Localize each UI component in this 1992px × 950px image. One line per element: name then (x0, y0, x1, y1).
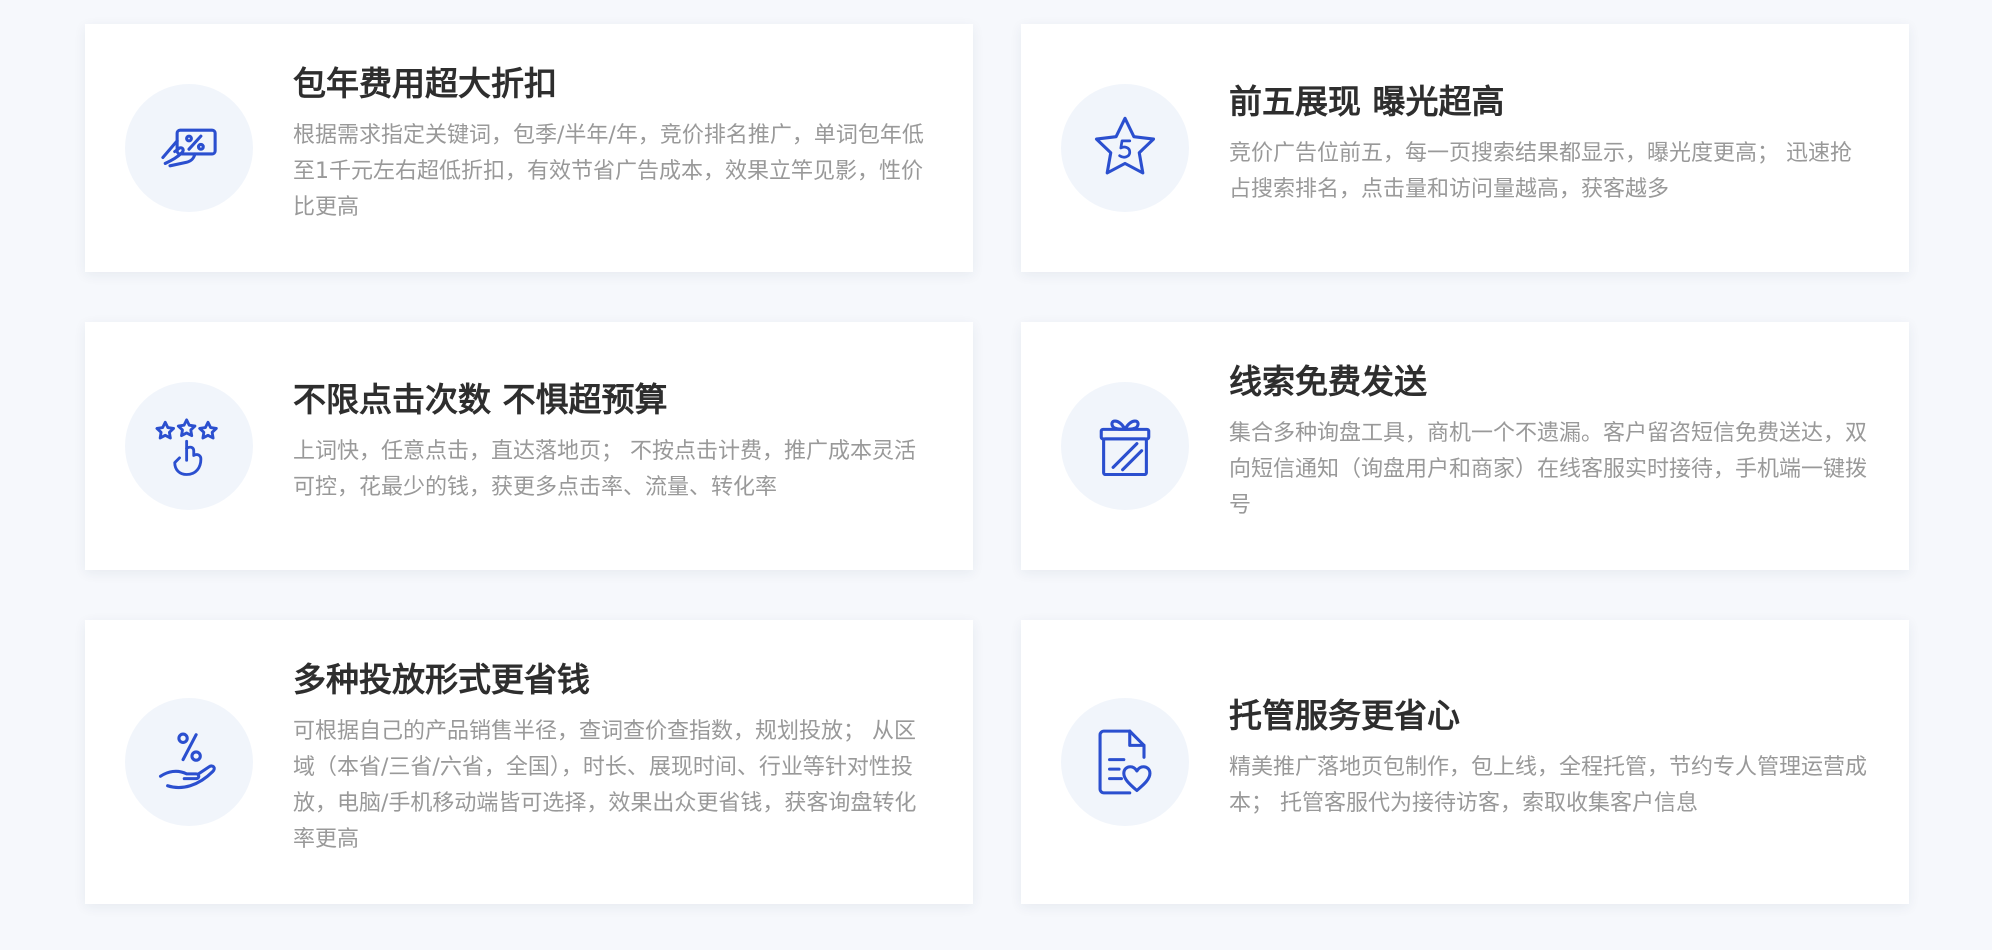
document-heart-icon (1098, 729, 1152, 795)
feature-description: 竞价广告位前五，每一页搜索结果都显示，曝光度更高； 迅速抢占搜索排名，点击量和访… (1229, 141, 1852, 202)
feature-content: 线索免费发送 集合多种询盘工具，商机一个不遗漏。客户留咨短信免费送达，双向短信通… (1229, 360, 1871, 524)
star-five-icon (1094, 116, 1156, 175)
feature-card-delivery-forms: 多种投放形式更省钱 可根据自己的产品销售半径，查词查价查指数，规划投放； 从区域… (85, 620, 973, 904)
feature-content: 前五展现 曝光超高 竞价广告位前五，每一页搜索结果都显示，曝光度更高； 迅速抢占… (1229, 80, 1871, 208)
discount-card-icon (161, 128, 217, 168)
feature-title: 托管服务更省心 (1229, 696, 1460, 735)
feature-card-free-leads: 线索免费发送 集合多种询盘工具，商机一个不遗漏。客户留咨短信免费送达，双向短信通… (1021, 322, 1909, 570)
feature-title: 包年费用超大折扣 (293, 64, 557, 103)
feature-content: 托管服务更省心 精美推广落地页包制作，包上线，全程托管，节约专人管理运营成本； … (1229, 694, 1871, 822)
feature-icon-wrapper (125, 698, 253, 826)
feature-card-annual-discount: 包年费用超大折扣 根据需求指定关键词，包季/半年/年，竞价排名推广，单词包年低至… (85, 24, 973, 272)
feature-card-unlimited-clicks: 不限点击次数 不惧超预算 上词快，任意点击，直达落地页； 不按点击计费，推广成本… (85, 322, 973, 570)
feature-description: 集合多种询盘工具，商机一个不遗漏。客户留咨短信免费送达，双向短信通知（询盘用户和… (1229, 421, 1868, 518)
feature-card-managed-service: 托管服务更省心 精美推广落地页包制作，包上线，全程托管，节约专人管理运营成本； … (1021, 620, 1909, 904)
stars-click-icon (155, 418, 218, 476)
feature-title: 不限点击次数 不惧超预算 (293, 380, 668, 419)
feature-title: 多种投放形式更省钱 (293, 660, 590, 699)
feature-title: 线索免费发送 (1229, 362, 1427, 401)
gift-icon (1099, 419, 1151, 477)
feature-icon-wrapper (1061, 698, 1189, 826)
feature-icon-wrapper (1061, 382, 1189, 510)
feature-content: 多种投放形式更省钱 可根据自己的产品销售半径，查词查价查指数，规划投放； 从区域… (293, 658, 935, 858)
feature-icon-wrapper (1061, 84, 1189, 212)
feature-description: 精美推广落地页包制作，包上线，全程托管，节约专人管理运营成本； 托管客服代为接待… (1229, 755, 1868, 816)
feature-content: 包年费用超大折扣 根据需求指定关键词，包季/半年/年，竞价排名推广，单词包年低至… (293, 62, 935, 226)
feature-content: 不限点击次数 不惧超预算 上词快，任意点击，直达落地页； 不按点击计费，推广成本… (293, 378, 935, 506)
feature-title: 前五展现 曝光超高 (1229, 82, 1505, 121)
feature-description: 可根据自己的产品销售半径，查词查价查指数，规划投放； 从区域（本省/三省/六省，… (293, 719, 917, 852)
feature-description: 根据需求指定关键词，包季/半年/年，竞价排名推广，单词包年低至1千元左右超低折扣… (293, 123, 924, 220)
feature-card-top-five: 前五展现 曝光超高 竞价广告位前五，每一页搜索结果都显示，曝光度更高； 迅速抢占… (1021, 24, 1909, 272)
feature-icon-wrapper (125, 382, 253, 510)
feature-description: 上词快，任意点击，直达落地页； 不按点击计费，推广成本灵活可控，花最少的钱，获更… (293, 439, 916, 500)
percent-hand-icon (158, 732, 216, 790)
feature-icon-wrapper (125, 84, 253, 212)
